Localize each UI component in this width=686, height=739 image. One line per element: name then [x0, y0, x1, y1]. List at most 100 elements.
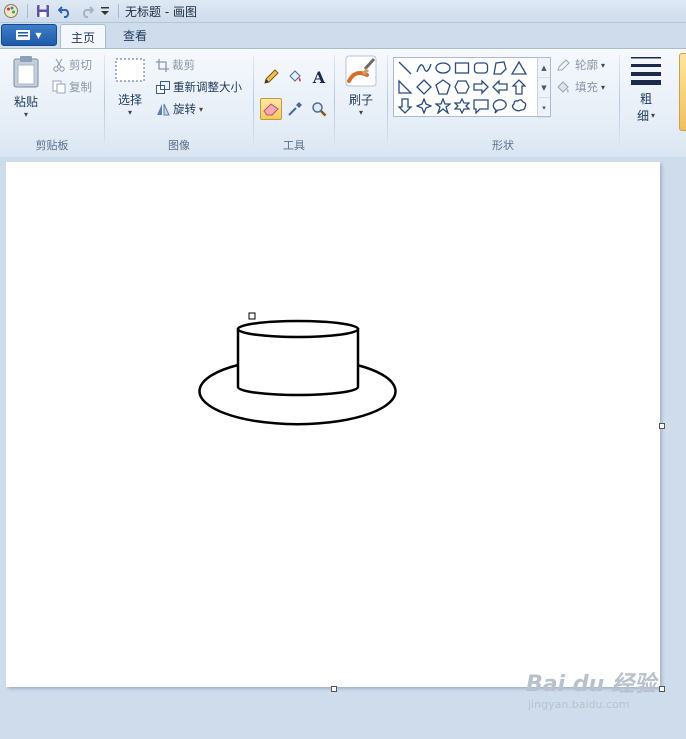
file-menu-button[interactable]: ▼	[1, 24, 57, 46]
copy-label: 复制	[69, 80, 92, 94]
rectangle-shape-icon[interactable]	[452, 58, 471, 77]
watermark: Bai du 经验 jingyan.baidu.com	[526, 666, 656, 711]
title-bar: 无标题 - 画图	[0, 0, 686, 23]
crop-label: 裁剪	[172, 58, 195, 72]
scroll-down-icon[interactable]: ▼	[538, 78, 550, 98]
cut-label: 剪切	[69, 58, 92, 72]
tab-home[interactable]: 主页	[60, 24, 106, 49]
size-button[interactable]: 粗 细 ▾	[628, 55, 664, 124]
right-triangle-shape-icon[interactable]	[395, 77, 414, 96]
fill-bucket-icon	[289, 70, 301, 82]
ribbon: 粘贴 ▾ 剪切 复制 剪贴板 选择 ▾ 裁剪 重新调整大小 旋转 ▾ 图像 A …	[0, 48, 686, 158]
fill-tool[interactable]	[284, 66, 306, 88]
chevron-down-icon: ▾	[601, 82, 606, 92]
chevron-down-icon: ▾	[23, 110, 28, 119]
paste-button[interactable]: 粘贴 ▾	[8, 55, 44, 119]
pentagon-shape-icon[interactable]	[433, 77, 452, 96]
copy-button[interactable]: 复制	[52, 79, 92, 95]
image-group: 选择 ▾ 裁剪 重新调整大小 旋转 ▾ 图像	[105, 49, 253, 155]
oval-shape-icon[interactable]	[433, 58, 452, 77]
text-tool[interactable]: A	[308, 66, 330, 88]
oval-callout-shape-icon[interactable]	[490, 96, 509, 115]
customize-icon[interactable]	[98, 2, 112, 19]
canvas-resize-handle-bottom[interactable]	[331, 686, 337, 692]
fill-icon	[557, 81, 569, 93]
ribbon-tabs: ▼ 主页 查看	[0, 22, 686, 49]
select-label: 选择	[117, 93, 142, 107]
rotate-button[interactable]: 旋转 ▾	[156, 101, 203, 117]
up-arrow-shape-icon[interactable]	[509, 77, 528, 96]
right-arrow-shape-icon[interactable]	[471, 77, 490, 96]
magnifier-tool[interactable]	[308, 98, 330, 120]
crop-icon	[156, 58, 169, 72]
triangle-shape-icon[interactable]	[509, 58, 528, 77]
text-icon: A	[312, 67, 326, 87]
crop-button[interactable]: 裁剪	[156, 57, 195, 73]
canvas-drawing	[198, 312, 397, 426]
chevron-down-icon: ▼	[35, 30, 42, 40]
paint-app-icon[interactable]	[2, 2, 20, 19]
diamond-shape-icon[interactable]	[414, 77, 433, 96]
eraser-icon	[263, 103, 279, 116]
canvas-resize-handle-right[interactable]	[659, 423, 665, 429]
shapes-gallery: ▲ ▼ ▾	[393, 57, 551, 118]
rounded-rectangle-shape-icon[interactable]	[471, 58, 490, 77]
canvas-resize-handle-corner[interactable]	[659, 686, 665, 692]
outline-button[interactable]: 轮廓 ▾	[556, 57, 605, 73]
brushes-label: 刷子	[348, 93, 373, 107]
cloud-callout-shape-icon[interactable]	[509, 96, 528, 115]
fill-label: 填充	[575, 80, 598, 94]
five-point-star-shape-icon[interactable]	[433, 96, 452, 115]
select-icon	[115, 58, 145, 82]
size-label-1: 粗	[639, 92, 652, 106]
pencil-tool[interactable]	[260, 66, 282, 88]
magnifier-icon	[312, 102, 327, 117]
chevron-down-icon: ▾	[651, 111, 656, 120]
clipboard-group-label: 剪贴板	[35, 139, 69, 152]
polygon-shape-icon[interactable]	[490, 58, 509, 77]
shapes-scrollbar[interactable]: ▲ ▼ ▾	[537, 58, 550, 118]
resize-label: 重新调整大小	[173, 80, 242, 94]
color-picker-tool[interactable]	[284, 98, 306, 120]
outline-label: 轮廓	[575, 58, 598, 72]
fill-button[interactable]: 填充 ▾	[556, 79, 605, 95]
tab-view[interactable]: 查看	[113, 24, 157, 46]
copy-icon	[52, 80, 66, 94]
file-menu-icon	[16, 30, 31, 40]
chevron-down-icon: ▾	[199, 104, 204, 114]
brushes-button[interactable]: 刷子 ▾	[343, 55, 379, 117]
four-point-star-shape-icon[interactable]	[414, 96, 433, 115]
curve-shape-icon[interactable]	[414, 58, 433, 77]
scissors-icon	[53, 58, 65, 72]
gallery-expand-icon[interactable]: ▾	[538, 98, 550, 118]
color1-button[interactable]	[679, 53, 686, 131]
six-point-star-shape-icon[interactable]	[452, 96, 471, 115]
clipboard-group: 粘贴 ▾ 剪切 复制 剪贴板	[0, 49, 104, 155]
size-lines-icon	[631, 57, 661, 85]
brushes-group: 刷子 ▾	[335, 49, 387, 155]
select-button[interactable]: 选择 ▾	[113, 57, 147, 117]
undo-icon[interactable]	[56, 2, 74, 19]
line-shape-icon[interactable]	[395, 58, 414, 77]
rotate-label: 旋转	[173, 102, 196, 116]
outline-icon	[557, 59, 570, 71]
redo-icon[interactable]	[78, 2, 96, 19]
window-title: 无标题 - 画图	[125, 5, 197, 19]
resize-button[interactable]: 重新调整大小	[156, 79, 242, 95]
rectangle-callout-shape-icon[interactable]	[471, 96, 490, 115]
hat-top-shape	[236, 319, 360, 339]
drawing-canvas[interactable]	[6, 162, 660, 687]
scroll-up-icon[interactable]: ▲	[538, 58, 550, 78]
paste-label: 粘贴	[13, 95, 38, 109]
cut-button[interactable]: 剪切	[52, 57, 92, 73]
pencil-icon	[264, 69, 279, 84]
left-arrow-shape-icon[interactable]	[490, 77, 509, 96]
watermark-logo: Bai du 经验	[526, 672, 656, 697]
save-icon[interactable]	[34, 2, 52, 19]
eraser-tool[interactable]	[260, 98, 282, 120]
shapes-group-label: 形状	[492, 139, 514, 152]
size-group: 粗 细 ▾	[620, 49, 672, 155]
hexagon-shape-icon[interactable]	[452, 77, 471, 96]
color-picker-icon	[288, 102, 302, 116]
down-arrow-shape-icon[interactable]	[395, 96, 414, 115]
